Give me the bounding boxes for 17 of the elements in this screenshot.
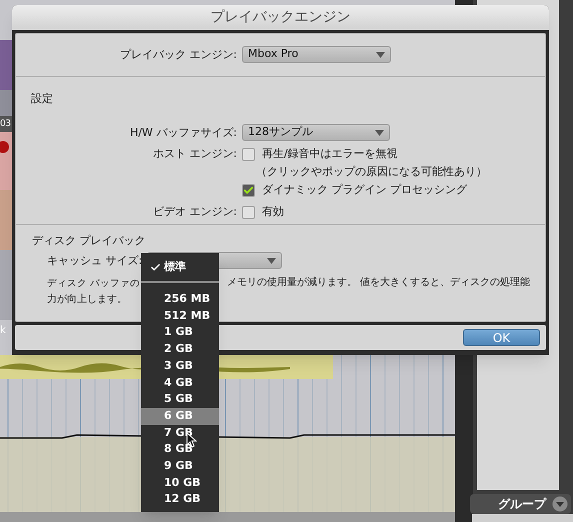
field-label: キャッシュ サイズ:	[47, 253, 142, 268]
checkbox-label: ダイナミック プラグイン プロセッシング	[262, 183, 467, 197]
section-heading: 設定	[31, 92, 54, 106]
track-label: k	[0, 326, 6, 336]
checkbox-label: 再生/録音中はエラーを無視	[262, 147, 398, 161]
description-text: ディスク バッファの	[47, 278, 140, 289]
field-label: H/W バッファサイズ:	[128, 125, 237, 141]
checkbox-note: （クリックやポップの原因になる可能性あり）	[256, 165, 488, 179]
section-heading: ディスク プレイバック	[32, 234, 146, 248]
description-text: 力が向上します。	[47, 292, 127, 306]
description-text: メモリの使用量が減ります。 値を大きくすると、ディスクの処理能	[227, 276, 530, 290]
field-label: プレイバック エンジン:	[118, 47, 237, 63]
field-label: ホスト エンジン:	[152, 147, 237, 161]
field-label: ビデオ エンジン:	[152, 205, 237, 219]
checkbox-label: 有効	[262, 205, 284, 219]
window-title: プレイバックエンジン	[12, 5, 549, 30]
track-label: 03	[0, 120, 10, 129]
